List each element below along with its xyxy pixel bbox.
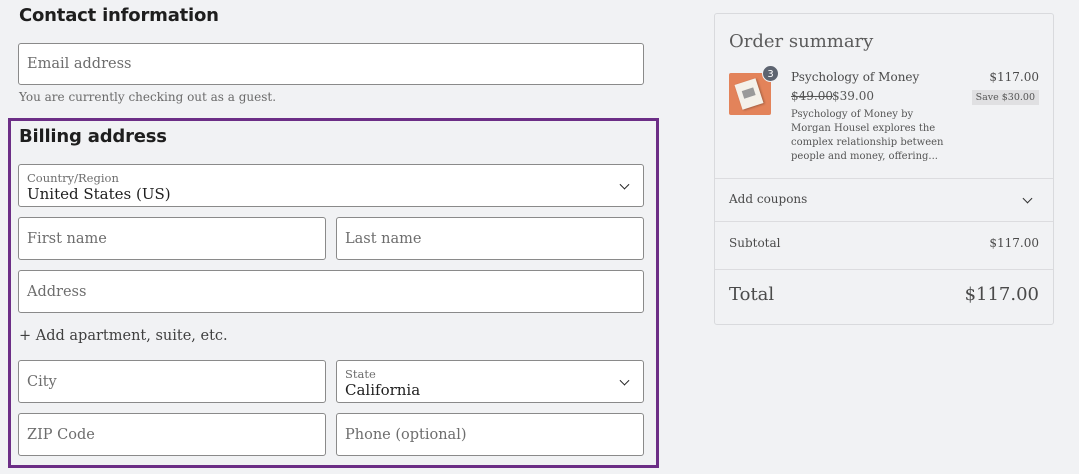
book-cover-image — [734, 78, 764, 110]
add-coupons-toggle[interactable]: Add coupons — [729, 192, 807, 206]
address-placeholder: Address — [27, 283, 87, 300]
contact-section-title: Contact information — [19, 5, 219, 26]
phone-placeholder: Phone (optional) — [345, 426, 467, 443]
state-value: California — [345, 381, 421, 399]
zip-code-field[interactable]: ZIP Code — [18, 413, 326, 456]
divider — [715, 221, 1053, 222]
quantity-badge: 3 — [762, 65, 779, 82]
billing-section-title: Billing address — [19, 126, 167, 147]
city-field[interactable]: City — [18, 360, 326, 403]
chevron-down-icon — [619, 179, 630, 190]
last-name-placeholder: Last name — [345, 230, 422, 247]
address-field[interactable]: Address — [18, 270, 644, 313]
first-name-placeholder: First name — [27, 230, 107, 247]
total-value: $117.00 — [964, 284, 1039, 305]
city-placeholder: City — [27, 373, 57, 390]
total-label: Total — [729, 284, 775, 305]
guest-note: You are currently checking out as a gues… — [19, 90, 277, 104]
order-summary-title: Order summary — [729, 31, 874, 52]
subtotal-label: Subtotal — [729, 236, 781, 250]
add-apartment-link[interactable]: + Add apartment, suite, etc. — [19, 328, 228, 344]
state-select[interactable]: State California — [336, 360, 644, 403]
divider — [715, 178, 1053, 179]
country-label: Country/Region — [27, 171, 119, 185]
phone-field[interactable]: Phone (optional) — [336, 413, 644, 456]
checkout-page: Contact information Email address You ar… — [0, 0, 1079, 474]
email-field[interactable]: Email address — [18, 43, 644, 85]
country-select[interactable]: Country/Region United States (US) — [18, 164, 644, 207]
product-line-total: $117.00 — [989, 70, 1039, 84]
zip-code-placeholder: ZIP Code — [27, 426, 95, 443]
chevron-down-icon[interactable] — [1022, 193, 1033, 204]
email-placeholder: Email address — [27, 56, 132, 72]
order-summary-panel: Order summary 3 Psychology of Money $49.… — [714, 13, 1054, 325]
savings-badge: Save $30.00 — [971, 90, 1039, 105]
first-name-field[interactable]: First name — [18, 217, 326, 260]
product-original-price: $49.00 — [791, 89, 833, 103]
product-description: Psychology of Money by Morgan Housel exp… — [791, 109, 944, 162]
product-sale-price: $39.00 — [832, 89, 874, 103]
last-name-field[interactable]: Last name — [336, 217, 644, 260]
product-name: Psychology of Money — [791, 70, 920, 84]
divider — [715, 269, 1053, 270]
subtotal-value: $117.00 — [989, 236, 1039, 250]
chevron-down-icon — [619, 375, 630, 386]
state-label: State — [345, 367, 376, 381]
country-value: United States (US) — [27, 185, 171, 203]
